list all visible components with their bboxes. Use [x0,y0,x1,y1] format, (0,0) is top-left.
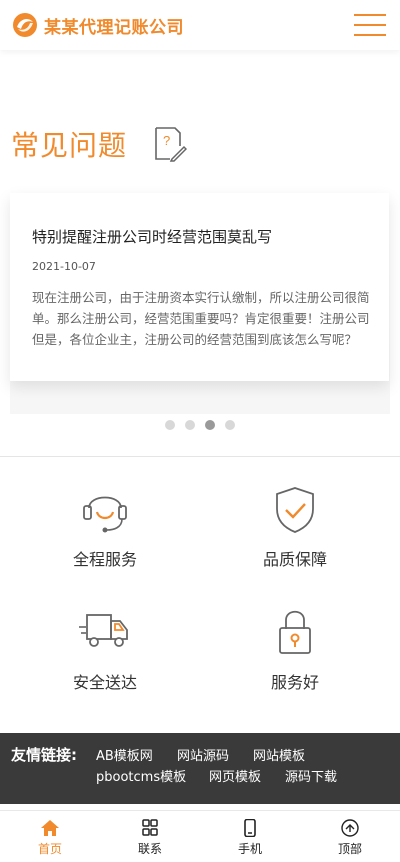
feature-label: 品质保障 [262,550,327,569]
carousel-pagination [0,420,400,430]
hamburger-icon [354,14,386,16]
nav-label: 手机 [237,842,262,856]
nav-top[interactable]: 顶部 [300,811,400,862]
padlock-icon [279,610,311,654]
article-date: 2021-10-07 [32,260,96,273]
friendly-link[interactable]: AB模板网 [96,745,153,764]
headset-icon [83,496,127,533]
friendly-links-bar: 友情链接: AB模板网 网站源码 网站模板 pbootcms模板 网页模板 源码… [0,733,400,804]
page-title: 常见问题 [11,129,128,162]
feature-label: 安全送达 [72,673,137,692]
feature-label: 服务好 [270,673,319,692]
nav-home[interactable]: 首页 [0,811,100,862]
carousel-dot[interactable] [225,420,235,430]
nav-contact[interactable]: 联系 [100,811,200,862]
shield-check-icon [276,487,314,533]
faq-section-title: 常见问题 ? [11,124,188,164]
logo-icon [13,13,37,37]
feature-good-service[interactable]: 服务好 [195,607,395,693]
brand-logo[interactable]: 某某代理记账公司 [12,12,184,38]
friendly-link[interactable]: 源码下载 [285,766,337,785]
friendly-link[interactable]: 网页模板 [209,766,261,785]
phone-icon [244,819,256,837]
nav-mobile[interactable]: 手机 [200,811,300,862]
feature-quality-guarantee[interactable]: 品质保障 [195,484,395,570]
hamburger-line [354,34,386,36]
friendly-link[interactable]: pbootcms模板 [96,766,186,785]
svg-text:?: ? [163,133,170,148]
brand-name: 某某代理记账公司 [44,17,184,38]
home-icon [41,820,59,836]
friendly-link[interactable]: 网站源码 [177,745,229,764]
faq-article-card[interactable]: 特别提醒注册公司时经营范围莫乱写 2021-10-07 现在注册公司，由于注册资… [10,193,389,381]
feature-safe-delivery[interactable]: 安全送达 [5,607,205,693]
section-divider [0,456,400,457]
carousel-dot[interactable] [185,420,195,430]
hamburger-line [354,24,386,26]
feature-label: 全程服务 [72,550,137,569]
article-excerpt: 现在注册公司，由于注册资本实行认缴制，所以注册公司很简单。那么注册公司，经营范围… [32,290,370,347]
question-document-edit-icon: ? [155,127,188,162]
grid-icon [142,819,158,836]
friendly-links-title: 友情链接: [11,746,77,764]
nav-label: 顶部 [337,842,362,856]
nav-label: 联系 [137,842,162,856]
arrow-up-circle-icon [341,819,359,837]
delivery-truck-icon [79,614,128,647]
friendly-link[interactable]: 网站模板 [253,745,305,764]
article-title[interactable]: 特别提醒注册公司时经营范围莫乱写 [32,226,272,247]
feature-full-service[interactable]: 全程服务 [5,484,205,570]
carousel-dot[interactable] [165,420,175,430]
nav-label: 首页 [37,842,62,856]
carousel-dot-active[interactable] [205,420,215,430]
bottom-nav: 首页 联系 手机 顶部 [0,810,400,862]
top-header: 某某代理记账公司 [0,0,400,50]
menu-button[interactable] [354,14,386,36]
